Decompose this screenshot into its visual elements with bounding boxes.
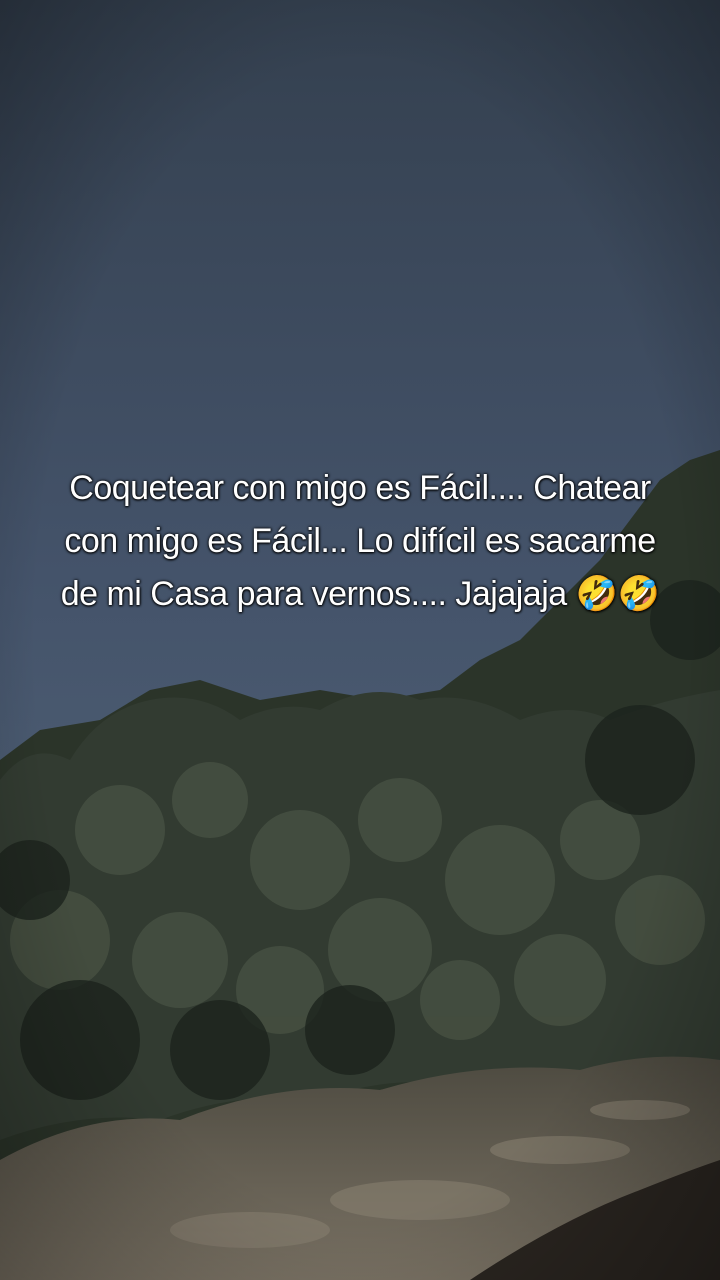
vignette bbox=[0, 0, 720, 1280]
background-photo bbox=[0, 0, 720, 1280]
caption-text: Coquetear con migo es Fácil.... Chatear … bbox=[60, 469, 660, 613]
